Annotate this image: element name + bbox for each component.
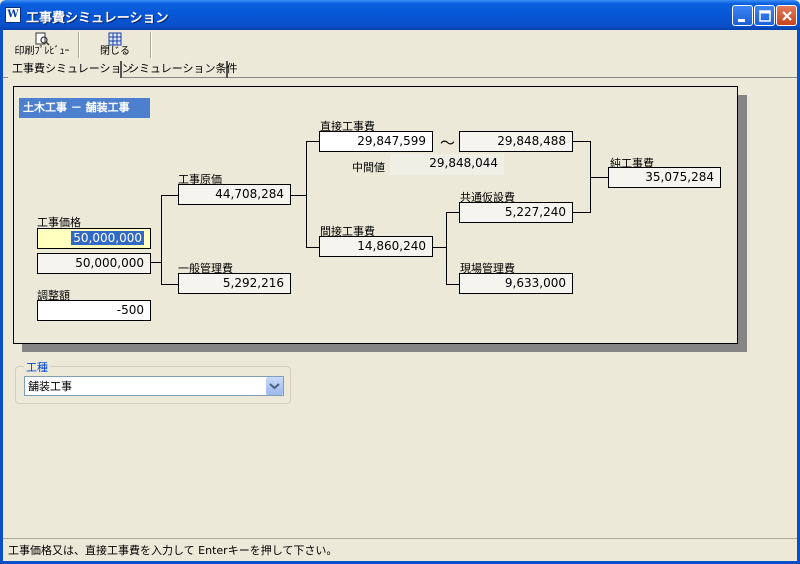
general-admin-value: 5,292,216 <box>178 273 291 294</box>
section-title: 土木工事 － 舗装工事 <box>19 98 150 118</box>
construction-price-input[interactable]: 50,000,000 <box>37 228 151 249</box>
cost-price-value: 44,708,284 <box>178 184 291 205</box>
connector-line <box>590 177 608 178</box>
connector-line <box>446 212 447 284</box>
indirect-cost-value: 14,860,240 <box>319 236 433 257</box>
net-cost-value: 35,075,284 <box>608 167 721 188</box>
work-type-dropdown-button[interactable] <box>266 377 283 395</box>
construction-price-value: 50,000,000 <box>37 253 151 274</box>
toolbar-separator <box>78 32 80 58</box>
connector-line <box>306 141 319 142</box>
window-frame-left <box>0 30 3 564</box>
toolbar-separator <box>150 32 152 58</box>
close-window-button[interactable] <box>776 5 797 26</box>
work-type-selected-value: 舗装工事 <box>28 380 72 393</box>
minimize-button[interactable] <box>732 5 753 26</box>
close-icon <box>782 11 792 21</box>
app-icon[interactable]: W <box>5 7 21 23</box>
work-type-label: 工種 <box>24 359 50 375</box>
connector-line <box>306 141 307 247</box>
direct-cost-max-value: 29,848,488 <box>459 131 573 152</box>
connector-line <box>573 141 590 142</box>
chevron-down-icon <box>269 383 280 390</box>
midpoint-label: 中間値 <box>352 161 385 174</box>
connector-line <box>573 212 590 213</box>
connector-line <box>446 284 459 285</box>
close-button[interactable]: 閉じる <box>82 31 148 59</box>
print-preview-label: 印刷ﾌﾟﾚﾋﾞｭｰ <box>14 46 70 57</box>
range-tilde: ～ <box>440 134 456 152</box>
site-admin-value: 9,633,000 <box>459 273 573 294</box>
midpoint-value: 29,848,044 <box>390 154 504 175</box>
tab-simulation-conditions[interactable]: シミュレーション条件 <box>124 61 238 78</box>
construction-price-selected-text: 50,000,000 <box>71 231 144 245</box>
connector-line <box>151 262 161 263</box>
connector-line <box>161 195 162 284</box>
window-title: 工事費シミュレーション <box>26 11 169 26</box>
adjustment-input[interactable]: -500 <box>37 300 151 321</box>
common-temp-value: 5,227,240 <box>459 202 573 223</box>
close-label: 閉じる <box>100 46 130 57</box>
table-icon <box>108 32 122 46</box>
minimize-icon <box>738 19 745 22</box>
connector-line <box>446 212 459 213</box>
maximize-icon <box>759 10 771 22</box>
connector-line <box>433 247 446 248</box>
connector-line <box>291 195 306 196</box>
connector-line <box>161 195 178 196</box>
direct-cost-input[interactable]: 29,847,599 <box>319 131 433 152</box>
status-message: 工事価格又は、直接工事費を入力して Enterキーを押して下さい。 <box>8 544 338 557</box>
tab-simulation[interactable]: 工事費シミュレーション <box>8 61 133 78</box>
print-preview-button[interactable]: 印刷ﾌﾟﾚﾋﾞｭｰ <box>8 31 76 59</box>
print-preview-icon <box>35 32 50 46</box>
maximize-button[interactable] <box>754 5 775 26</box>
connector-line <box>161 284 178 285</box>
connector-line <box>306 247 319 248</box>
